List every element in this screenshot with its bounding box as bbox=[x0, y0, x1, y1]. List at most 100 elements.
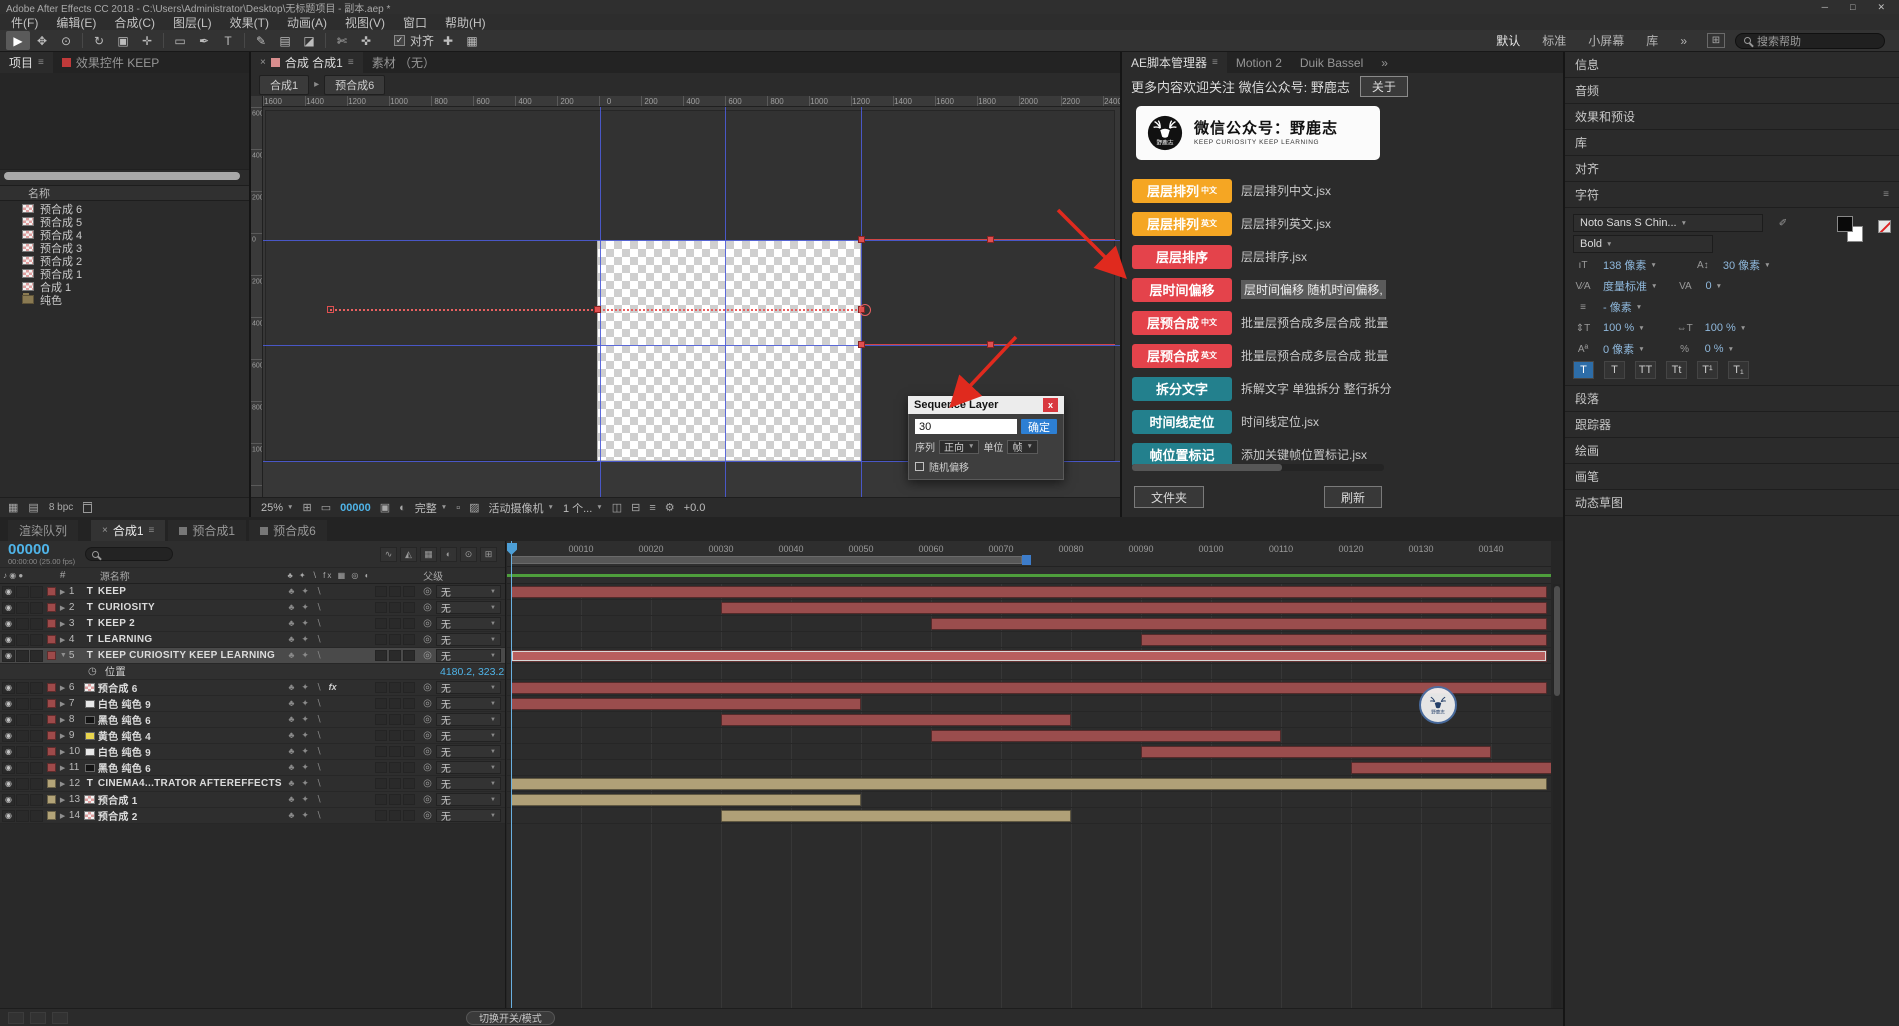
brush-tool[interactable]: ✎ bbox=[249, 31, 273, 50]
layer-switch-icon[interactable]: ∖ bbox=[316, 810, 322, 821]
anchor-point-icon[interactable] bbox=[859, 304, 871, 316]
mode-box[interactable] bbox=[389, 730, 401, 741]
workspace-1[interactable]: 默认 bbox=[1486, 32, 1530, 49]
layer-property-row[interactable]: ◷位置4180.2, 323.2 bbox=[0, 664, 505, 680]
panel-bottom-1-header[interactable]: 段落 bbox=[1565, 386, 1899, 412]
mode-box[interactable] bbox=[375, 778, 387, 789]
work-area-end-marker[interactable] bbox=[1022, 555, 1031, 565]
menu-item-8[interactable]: 窗口 bbox=[394, 14, 436, 31]
mode-box[interactable] bbox=[375, 650, 387, 661]
mode-box[interactable] bbox=[375, 586, 387, 597]
show-channel-icon[interactable]: ◐ bbox=[399, 502, 406, 514]
mode-box[interactable] bbox=[389, 586, 401, 597]
layer-handle-top[interactable] bbox=[987, 236, 994, 243]
fx-badge[interactable]: fx bbox=[329, 682, 337, 693]
layer-switch-icon[interactable]: ✦ bbox=[301, 794, 309, 805]
layer-label-color[interactable] bbox=[44, 635, 60, 644]
layer-lock-toggle[interactable] bbox=[30, 586, 43, 598]
pickwhip-icon[interactable]: ◎ bbox=[423, 778, 432, 789]
menu-item-7[interactable]: 视图(V) bbox=[336, 14, 394, 31]
panel-bottom-4-header[interactable]: 画笔 bbox=[1565, 464, 1899, 490]
layer-name[interactable]: 黑色 纯色 6 bbox=[98, 712, 284, 727]
layer-duration-bar[interactable] bbox=[511, 778, 1547, 790]
menu-item-4[interactable]: 图层(L) bbox=[164, 14, 221, 31]
panel-5-header[interactable]: 对齐 bbox=[1565, 156, 1899, 182]
layer-expand-arrow[interactable]: ▶ bbox=[60, 796, 69, 804]
layer-switch-icon[interactable]: ∖ bbox=[316, 634, 322, 645]
selection-tool[interactable]: ▶ bbox=[6, 31, 30, 50]
layer-switch-icon[interactable]: ♣ bbox=[288, 714, 294, 725]
project-item[interactable]: 合成 1 bbox=[0, 280, 249, 293]
timeline-search[interactable] bbox=[85, 547, 173, 561]
layer-duration-bar[interactable] bbox=[1141, 746, 1491, 758]
layer-audio-toggle[interactable] bbox=[16, 698, 29, 710]
mode-box[interactable] bbox=[403, 698, 415, 709]
parent-dropdown[interactable]: 无 bbox=[436, 617, 501, 630]
type-tool[interactable]: T bbox=[216, 31, 240, 50]
mask-feather-icon[interactable]: ✚ bbox=[436, 31, 460, 50]
refresh-button[interactable]: 刷新 bbox=[1324, 486, 1382, 508]
layer-expand-arrow[interactable]: ▶ bbox=[60, 620, 69, 628]
layer-label-color[interactable] bbox=[44, 619, 60, 628]
layer-name[interactable]: 黄色 纯色 4 bbox=[98, 728, 284, 743]
pickwhip-icon[interactable]: ◎ bbox=[423, 650, 432, 661]
layer-switch-icon[interactable]: ♣ bbox=[288, 586, 294, 597]
mode-box[interactable] bbox=[375, 698, 387, 709]
mode-box[interactable] bbox=[389, 714, 401, 725]
layer-expand-arrow[interactable]: ▶ bbox=[60, 604, 69, 612]
layer-name[interactable]: LEARNING bbox=[98, 634, 284, 645]
project-item[interactable]: 预合成 5 bbox=[0, 215, 249, 228]
layer-expand-arrow[interactable]: ▶ bbox=[60, 716, 69, 724]
parent-dropdown[interactable]: 无 bbox=[436, 793, 501, 806]
layer-switch-icon[interactable]: ∖ bbox=[316, 778, 322, 789]
layer-switch-icon[interactable]: ♣ bbox=[288, 618, 294, 629]
layer-switch-icon[interactable]: ✦ bbox=[301, 762, 309, 773]
horizontal-scale-value[interactable]: 100 % bbox=[1705, 322, 1747, 334]
panel-menu-icon[interactable]: ≡ bbox=[1883, 189, 1889, 200]
style-button-6[interactable]: T₁ bbox=[1728, 361, 1749, 379]
puppet-pin-tool[interactable]: ✜ bbox=[354, 31, 378, 50]
layer-visibility-toggle[interactable]: ◉ bbox=[2, 746, 15, 758]
layer-lock-toggle[interactable] bbox=[30, 602, 43, 614]
layer-row[interactable]: ◉▶10白色 纯色 9♣✦∖◎无 bbox=[0, 744, 505, 760]
layer-switch-icon[interactable]: ∖ bbox=[316, 698, 322, 709]
layer-switch-icon[interactable]: ♣ bbox=[288, 778, 294, 789]
layer-visibility-toggle[interactable]: ◉ bbox=[2, 762, 15, 774]
tsume-value[interactable]: 0 % bbox=[1705, 343, 1734, 355]
layer-audio-toggle[interactable] bbox=[16, 602, 29, 614]
pickwhip-icon[interactable]: ◎ bbox=[423, 698, 432, 709]
mode-box[interactable] bbox=[403, 682, 415, 693]
mode-box[interactable] bbox=[389, 650, 401, 661]
script-button-5[interactable]: 层预合成中文 bbox=[1132, 311, 1232, 335]
trash-icon[interactable] bbox=[83, 502, 92, 513]
script-button-3[interactable]: 层层排序 bbox=[1132, 245, 1232, 269]
mode-box[interactable] bbox=[389, 634, 401, 645]
timeline-jump-icon[interactable]: ≡ bbox=[649, 502, 655, 514]
align-checkbox[interactable]: ✓ bbox=[394, 35, 405, 46]
menu-item-6[interactable]: 动画(A) bbox=[278, 14, 336, 31]
layer-duration-bar[interactable] bbox=[511, 586, 1547, 598]
layer-visibility-toggle[interactable]: ◉ bbox=[2, 794, 15, 806]
font-family-dropdown[interactable]: Noto Sans S Chin... bbox=[1573, 214, 1763, 232]
layer-duration-bar[interactable] bbox=[931, 730, 1281, 742]
leading-value[interactable]: 30 像素 bbox=[1723, 257, 1771, 273]
pickwhip-icon[interactable]: ◎ bbox=[423, 618, 432, 629]
mode-box[interactable] bbox=[389, 618, 401, 629]
layer-row[interactable]: ◉▶12TCINEMA4...TRATOR AFTEREFFECTS♣✦∖◎无 bbox=[0, 776, 505, 792]
camera-dropdown[interactable]: 活动摄像机 bbox=[489, 500, 554, 516]
menu-item-1[interactable]: 件(F) bbox=[2, 14, 47, 31]
layer-visibility-toggle[interactable]: ◉ bbox=[2, 730, 15, 742]
layer-label-color[interactable] bbox=[44, 587, 60, 596]
mode-box[interactable] bbox=[389, 746, 401, 757]
guide-vertical-1[interactable] bbox=[600, 107, 601, 497]
tab-precomp1[interactable]: 预合成1 bbox=[168, 520, 246, 541]
layer-switch-icon[interactable]: ✦ bbox=[301, 746, 309, 757]
panel-menu-icon[interactable]: ≡ bbox=[149, 525, 155, 536]
interpret-footage-icon[interactable]: ▤ bbox=[28, 501, 38, 514]
workspace-grid-icon[interactable]: ⊞ bbox=[1707, 33, 1725, 48]
layer-switch-icon[interactable]: ♣ bbox=[288, 650, 294, 661]
script-button-1[interactable]: 层层排列中文 bbox=[1132, 179, 1232, 203]
font-size-value[interactable]: 138 像素 bbox=[1603, 257, 1657, 273]
confirm-button[interactable]: 确定 bbox=[1021, 419, 1057, 434]
project-panel-scrollbar[interactable] bbox=[4, 172, 240, 180]
